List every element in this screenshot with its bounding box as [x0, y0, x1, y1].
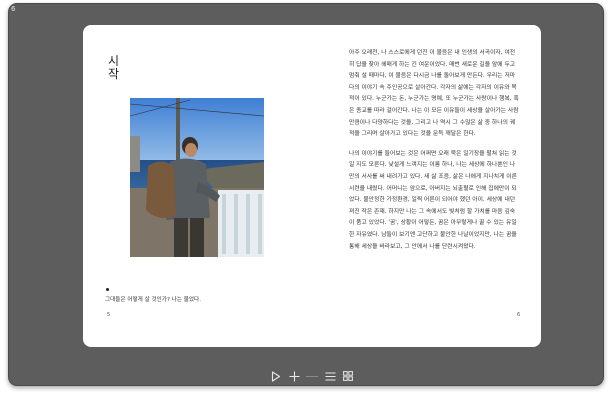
plus-icon	[289, 371, 299, 381]
paragraph: 아주 오래전, 나 스스로에게 던진 이 물음은 내 인생의 서곡이자, 여전히…	[349, 50, 519, 138]
right-page[interactable]: 아주 오래전, 나 스스로에게 던진 이 물음은 내 인생의 서곡이자, 여전히…	[312, 25, 541, 347]
viewer-window: 6 시작 그대들은 어떻게 살 것인가? 나는 물었다. 5 아주 오래전, 나…	[8, 3, 604, 386]
caption-bullet	[106, 288, 109, 291]
play-button[interactable]	[267, 368, 285, 384]
photo-image	[130, 98, 264, 257]
paragraph: 나의 이야기를 들어보는 것은 어쩌면 오래 묵은 일기장을 펼쳐 읽는 것일 …	[349, 150, 517, 250]
photo-caption: 그대들은 어떻게 살 것인가? 나는 물었다.	[105, 297, 201, 303]
list-view-button[interactable]	[321, 368, 339, 384]
book-spread: 시작 그대들은 어떻게 살 것인가? 나는 물었다. 5 아주 오래전, 나 스…	[83, 25, 541, 347]
left-page[interactable]: 시작 그대들은 어떻게 살 것인가? 나는 물었다. 5	[83, 25, 312, 347]
grid-icon	[343, 371, 353, 381]
page-number-left: 5	[107, 312, 111, 318]
page-number-right: 6	[517, 312, 521, 318]
page-title: 시작	[108, 54, 120, 81]
bottom-toolbar	[267, 368, 357, 384]
corner-label: 6	[11, 5, 16, 13]
photo	[130, 98, 264, 257]
toolbar-divider	[306, 375, 318, 377]
add-button[interactable]	[285, 368, 303, 384]
body-text: 아주 오래전, 나 스스로에게 던진 이 물음은 내 인생의 서곡이자, 여전히…	[349, 48, 519, 261]
list-icon	[325, 371, 335, 381]
play-icon	[271, 370, 281, 382]
grid-view-button[interactable]	[339, 368, 357, 384]
